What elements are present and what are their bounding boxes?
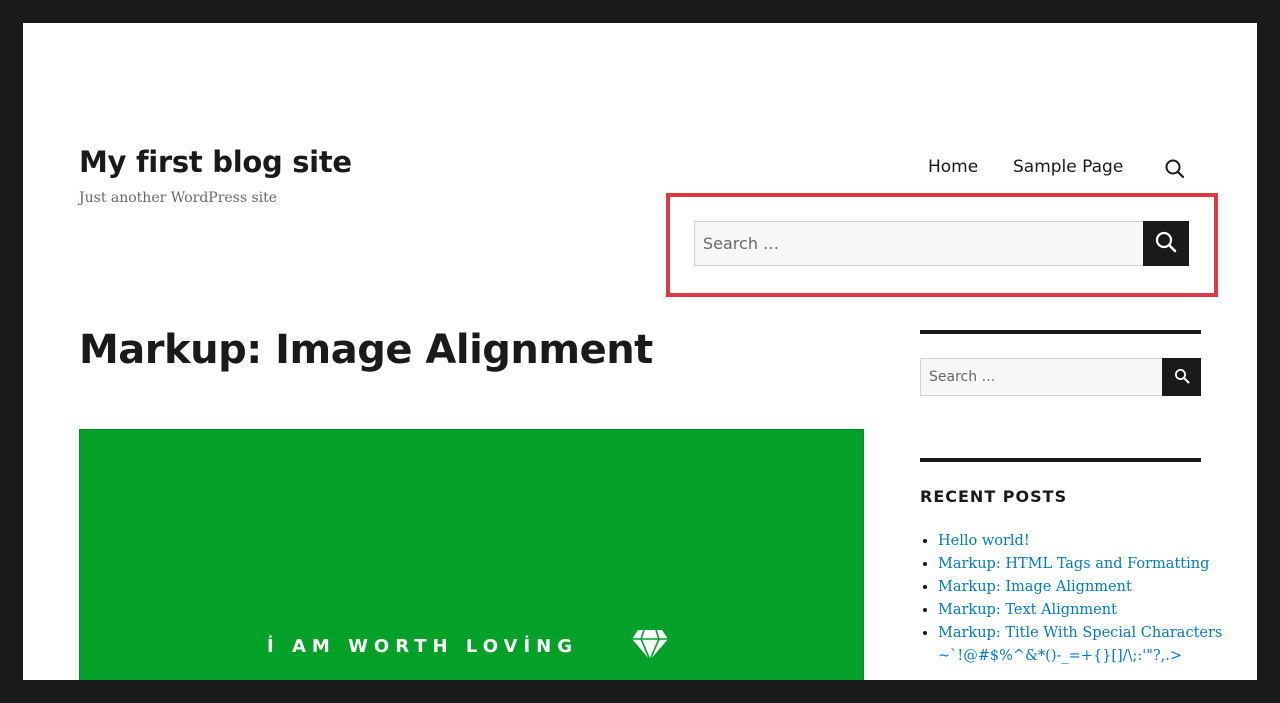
search-icon[interactable] — [1164, 158, 1186, 180]
search-icon — [1174, 368, 1190, 387]
featured-image-caption: İ AM WORTH LOVİNG — [267, 636, 579, 657]
site-title[interactable]: My first blog site — [79, 145, 352, 179]
recent-post-link[interactable]: Markup: HTML Tags and Formatting — [938, 556, 1209, 572]
list-item: Markup: HTML Tags and Formatting — [938, 553, 1228, 576]
recent-post-link[interactable]: Markup: Text Alignment — [938, 602, 1117, 618]
recent-post-link[interactable]: Markup: Image Alignment — [938, 579, 1132, 595]
sidebar-search-input[interactable] — [920, 358, 1162, 396]
nav-item-sample-page[interactable]: Sample Page — [1013, 157, 1123, 183]
diamond-icon — [630, 628, 670, 662]
list-item: Markup: Title With Special Characters ~`… — [938, 622, 1228, 668]
sidebar-search-button[interactable] — [1162, 358, 1201, 396]
list-item: Hello world! — [938, 530, 1228, 553]
recent-posts-title: RECENT POSTS — [920, 487, 1068, 506]
list-item: Markup: Image Alignment — [938, 576, 1228, 599]
search-icon — [1154, 230, 1178, 257]
entry-title: Markup: Image Alignment — [79, 327, 653, 373]
recent-post-link[interactable]: Markup: Title With Special Characters ~`… — [938, 625, 1222, 664]
widget-divider — [920, 330, 1201, 334]
nav-item-home[interactable]: Home — [928, 157, 978, 183]
page: My first blog site Just another WordPres… — [23, 23, 1257, 680]
list-item: Markup: Text Alignment — [938, 599, 1228, 622]
site-tagline: Just another WordPress site — [79, 190, 278, 206]
widget-divider — [920, 458, 1201, 462]
header-search-button[interactable] — [1143, 221, 1189, 266]
recent-posts-list: Hello world! Markup: HTML Tags and Forma… — [920, 530, 1228, 668]
featured-image: İ AM WORTH LOVİNG — [79, 429, 864, 680]
header-search-input[interactable] — [694, 221, 1143, 266]
recent-post-link[interactable]: Hello world! — [938, 533, 1030, 549]
